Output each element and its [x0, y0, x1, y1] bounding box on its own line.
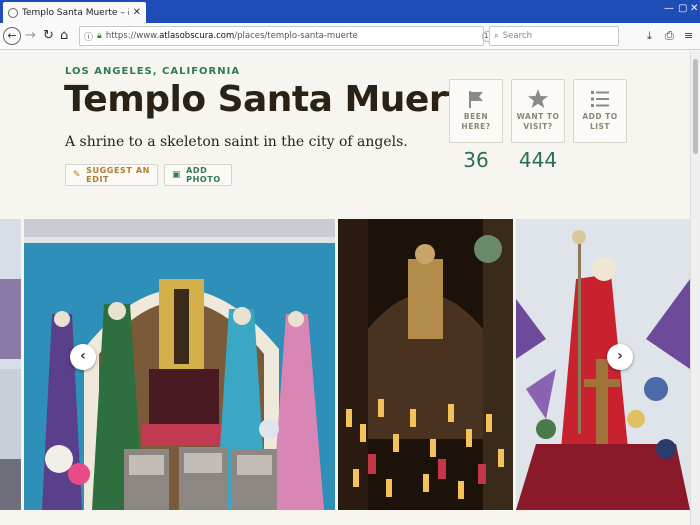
- url-bar[interactable]: ⓘ 🔒︎ https://www.atlasobscura.com/places…: [79, 26, 559, 46]
- want-to-visit-count: 444: [518, 148, 558, 172]
- carousel-photo[interactable]: [338, 219, 513, 510]
- search-placeholder: Search: [502, 31, 532, 41]
- been-here-button[interactable]: BEEN HERE?: [449, 79, 503, 143]
- carousel-next-button[interactable]: ›: [607, 344, 633, 370]
- search-icon: ⌕: [494, 31, 499, 41]
- tab-title: Templo Santa Muerte – Los Angeles: [22, 7, 129, 18]
- page-content: LOS ANGELES, CALIFORNIA Templo Santa Mue…: [0, 51, 690, 525]
- menu-icon[interactable]: ≡: [684, 29, 693, 42]
- lock-icon[interactable]: 🔒︎: [97, 31, 102, 41]
- chevron-right-icon: ›: [617, 348, 623, 364]
- back-icon[interactable]: ←: [3, 27, 21, 45]
- new-tab-icon[interactable]: +: [124, 3, 137, 18]
- minimize-icon[interactable]: —: [664, 3, 674, 14]
- search-input[interactable]: ⌕ Search: [489, 26, 619, 46]
- page-title: Templo Santa Muerte: [64, 79, 487, 120]
- window-close-icon[interactable]: ✕: [690, 3, 698, 14]
- chevron-left-icon: ‹: [80, 348, 86, 364]
- carousel-photo[interactable]: [24, 219, 335, 510]
- pencil-icon: ✎: [73, 170, 82, 180]
- scrollbar-thumb[interactable]: [693, 59, 698, 154]
- photo-image: [24, 219, 335, 510]
- place-subtitle: A shrine to a skeleton saint in the city…: [65, 134, 408, 150]
- photo-image: [338, 219, 513, 510]
- photo-icon: ▣: [172, 170, 182, 180]
- download-icon[interactable]: ⤓: [647, 29, 652, 43]
- photo-carousel[interactable]: ‹ ›: [0, 219, 690, 510]
- been-here-count: 36: [463, 148, 489, 172]
- carousel-photo[interactable]: [516, 219, 690, 510]
- want-to-visit-button[interactable]: WANT TO VISIT?: [511, 79, 565, 143]
- info-icon[interactable]: ⓘ: [84, 30, 93, 43]
- star-icon: [528, 89, 548, 108]
- suggest-edit-button[interactable]: ✎ SUGGEST AN EDIT: [65, 164, 158, 186]
- print-icon[interactable]: ⎙: [665, 29, 674, 43]
- place-location[interactable]: LOS ANGELES, CALIFORNIA: [65, 66, 240, 77]
- home-icon[interactable]: ⌂: [60, 27, 68, 45]
- browser-tab-bar: Templo Santa Muerte – Los Angeles ✕ + — …: [0, 0, 700, 23]
- photo-image: [0, 219, 21, 510]
- page-bottom: [0, 510, 690, 525]
- photo-image: [516, 219, 690, 510]
- carousel-photo[interactable]: [0, 219, 21, 510]
- reload-icon[interactable]: ↻: [43, 27, 54, 45]
- page-scrollbar[interactable]: [690, 51, 700, 525]
- add-to-list-button[interactable]: ADD TO LIST: [573, 79, 627, 143]
- url-text: https://www.atlasobscura.com/places/temp…: [105, 31, 358, 41]
- carousel-prev-button[interactable]: ‹: [70, 344, 96, 370]
- add-photo-button[interactable]: ▣ ADD PHOTO: [164, 164, 232, 186]
- list-icon: [591, 91, 609, 107]
- flag-icon: [469, 91, 483, 108]
- navigation-bar: ← → ↻ ⌂ ⓘ 🔒︎ https://www.atlasobscura.co…: [0, 23, 700, 50]
- maximize-icon[interactable]: ▢: [678, 3, 687, 14]
- forward-icon[interactable]: →: [25, 27, 36, 45]
- globe-icon: [8, 7, 18, 18]
